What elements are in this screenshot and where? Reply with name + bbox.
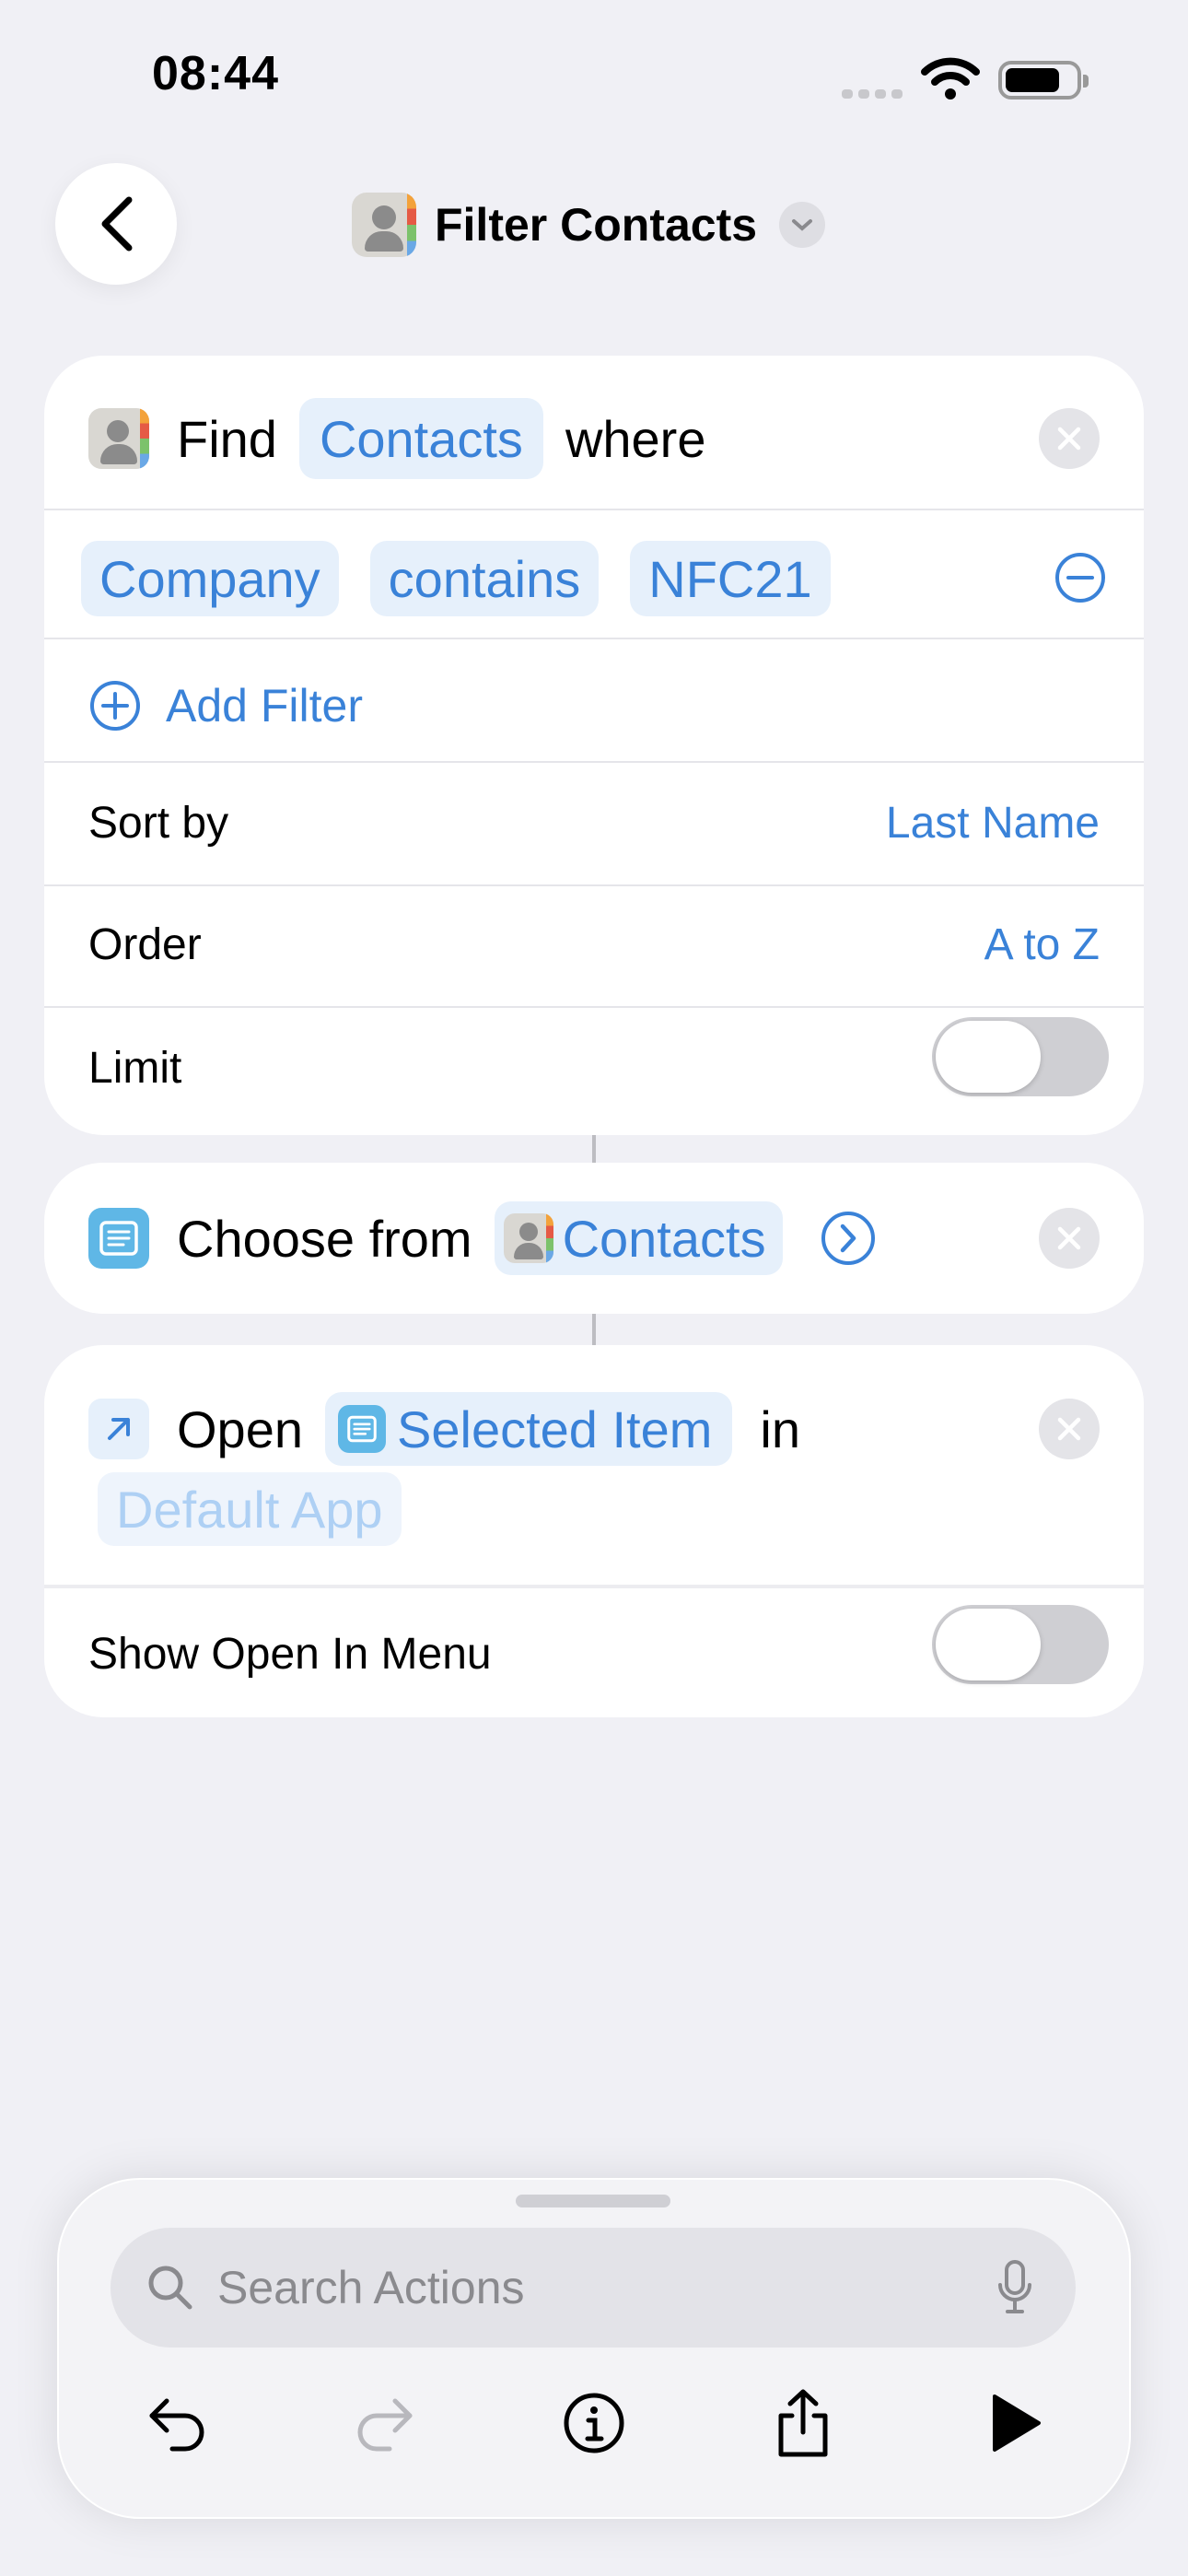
status-time: 08:44 bbox=[152, 47, 279, 100]
list-action-icon bbox=[88, 1208, 149, 1269]
chevron-right-circle-icon[interactable] bbox=[820, 1210, 877, 1267]
entity-token[interactable]: Contacts bbox=[298, 398, 543, 479]
share-icon bbox=[778, 2389, 828, 2457]
chevron-left-icon bbox=[101, 196, 133, 252]
show-open-in-menu-row: Show Open In Menu bbox=[44, 1588, 1144, 1717]
remove-action-button[interactable] bbox=[1039, 408, 1100, 469]
variable-token-selected-item[interactable]: Selected Item bbox=[325, 1392, 733, 1466]
contacts-app-icon bbox=[352, 193, 416, 257]
remove-action-button[interactable] bbox=[1039, 1208, 1100, 1269]
search-actions-input[interactable]: Search Actions bbox=[217, 2261, 996, 2314]
cellular-signal-icon bbox=[842, 87, 908, 103]
add-filter-button[interactable]: Add Filter bbox=[44, 650, 1144, 761]
share-button[interactable] bbox=[766, 2386, 840, 2460]
close-icon bbox=[1057, 1417, 1081, 1441]
chevron-down-icon bbox=[792, 219, 813, 231]
shortcut-title[interactable]: Filter Contacts bbox=[352, 190, 826, 260]
sort-by-row[interactable]: Sort by Last Name bbox=[44, 763, 1144, 884]
limit-row: Limit bbox=[44, 1008, 1144, 1135]
order-value[interactable]: A to Z bbox=[984, 919, 1100, 970]
undo-icon bbox=[149, 2398, 204, 2452]
action-connector bbox=[592, 1135, 596, 1163]
find-contacts-action: Find Contacts where Company contains NFC… bbox=[44, 356, 1144, 1135]
variable-token-label: Contacts bbox=[562, 1209, 766, 1268]
remove-filter-button[interactable] bbox=[1054, 551, 1107, 609]
variable-token-contacts[interactable]: Contacts bbox=[494, 1201, 783, 1275]
limit-toggle[interactable] bbox=[932, 1017, 1109, 1096]
limit-label: Limit bbox=[88, 1044, 182, 1093]
info-icon bbox=[564, 2393, 624, 2453]
filter-row: Company contains NFC21 bbox=[44, 540, 1144, 617]
show-open-in-menu-toggle[interactable] bbox=[932, 1605, 1109, 1684]
info-button[interactable] bbox=[557, 2386, 631, 2460]
app-picker-token[interactable]: Default App bbox=[98, 1472, 402, 1546]
filter-field-token[interactable]: Company bbox=[81, 541, 339, 616]
choose-from-label: Choose from bbox=[177, 1209, 472, 1268]
back-button[interactable] bbox=[55, 163, 177, 285]
page-title: Filter Contacts bbox=[435, 199, 758, 251]
selected-item-label: Selected Item bbox=[397, 1399, 713, 1458]
filter-value-token[interactable]: NFC21 bbox=[630, 541, 831, 616]
find-label: Find bbox=[177, 409, 277, 468]
close-icon bbox=[1057, 427, 1081, 451]
run-button[interactable] bbox=[978, 2386, 1052, 2460]
order-row[interactable]: Order A to Z bbox=[44, 886, 1144, 1008]
remove-action-button[interactable] bbox=[1039, 1399, 1100, 1459]
undo-button[interactable] bbox=[140, 2386, 214, 2460]
battery-icon bbox=[998, 61, 1089, 100]
add-filter-label: Add Filter bbox=[166, 680, 363, 732]
action-connector bbox=[592, 1314, 596, 1345]
list-variable-icon bbox=[338, 1405, 386, 1453]
minus-circle-icon bbox=[1055, 553, 1105, 603]
redo-icon bbox=[357, 2398, 413, 2452]
microphone-icon[interactable] bbox=[996, 2259, 1033, 2316]
where-label: where bbox=[565, 409, 706, 468]
redo-button[interactable] bbox=[348, 2386, 422, 2460]
show-open-in-menu-label: Show Open In Menu bbox=[88, 1630, 492, 1679]
open-arrow-icon bbox=[88, 1399, 149, 1459]
open-action: Open Selected Item in Default App Show O… bbox=[44, 1345, 1144, 1717]
search-actions-field[interactable]: Search Actions bbox=[111, 2228, 1076, 2348]
sort-by-value[interactable]: Last Name bbox=[886, 798, 1100, 849]
choose-from-action: Choose from Contacts bbox=[44, 1163, 1144, 1314]
plus-circle-icon bbox=[90, 681, 140, 731]
wifi-icon bbox=[921, 55, 980, 106]
contacts-action-icon bbox=[88, 408, 149, 469]
filter-operator-token[interactable]: contains bbox=[369, 541, 600, 616]
in-label: in bbox=[760, 1399, 800, 1458]
title-menu-button[interactable] bbox=[779, 202, 826, 248]
panel-grabber[interactable] bbox=[516, 2195, 670, 2207]
close-icon bbox=[1057, 1226, 1081, 1250]
sort-by-label: Sort by bbox=[88, 799, 229, 848]
open-label: Open bbox=[177, 1399, 303, 1458]
play-icon bbox=[993, 2395, 1041, 2452]
order-label: Order bbox=[88, 920, 202, 969]
search-icon bbox=[148, 2266, 192, 2310]
contacts-variable-icon bbox=[503, 1213, 553, 1263]
